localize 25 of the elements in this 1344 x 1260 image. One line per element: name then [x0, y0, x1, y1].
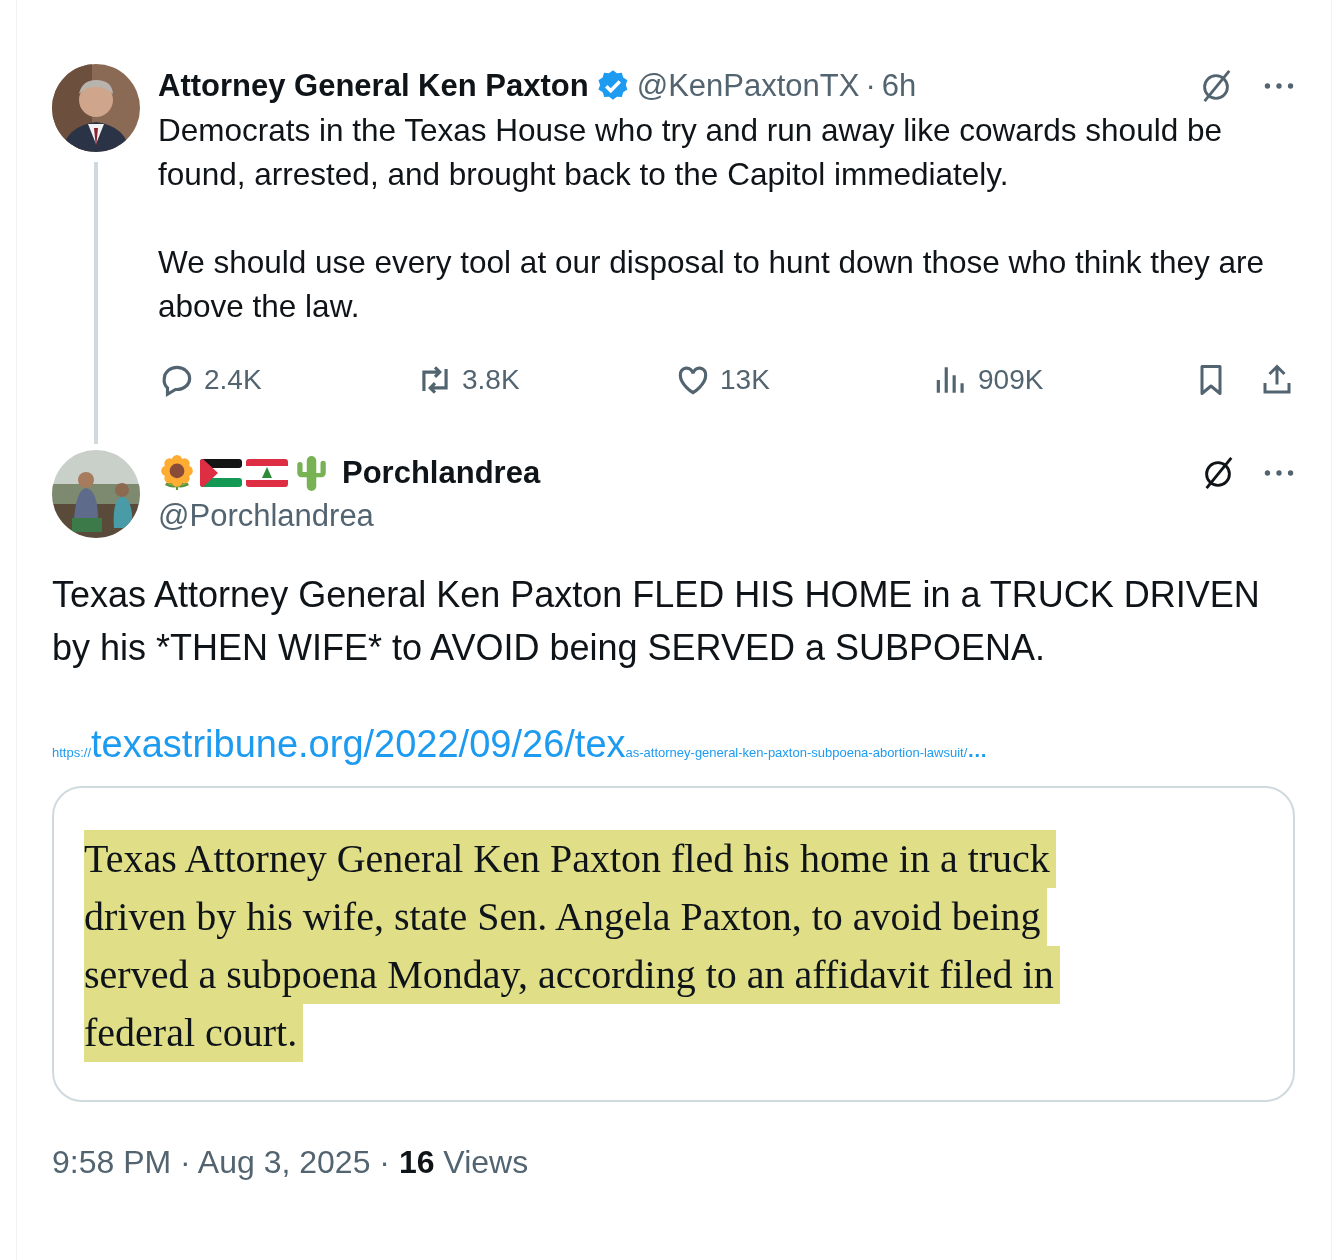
separator-dot: · [865, 68, 876, 104]
author-name[interactable]: Porchlandrea [342, 455, 541, 491]
post-text: We should use every tool at our disposal to hunt down those who think they are above the law. [158, 243, 1266, 326]
post-time[interactable]: 6h [881, 68, 917, 104]
highlighted-text: Texas Attorney General Ken Paxton fled his home in a truck [84, 830, 1056, 888]
post-text: Democrats in the Texas House who try and run away like cowards should be found, arrested, and brought back to the Capitol immediately. [158, 111, 1223, 194]
highlighted-text: driven by his wife, state Sen. Angela Paxton, to avoid being [84, 888, 1047, 946]
more-icon[interactable] [1263, 80, 1295, 92]
repost-button[interactable]: 3.8K [416, 361, 674, 399]
more-icon[interactable] [1263, 467, 1295, 479]
highlighted-text: federal court. [84, 1004, 304, 1062]
flag-icon [246, 459, 288, 487]
post-meta: 9:58 PM · Aug 3, 2025 · 16 Views [52, 1144, 530, 1181]
reply-button[interactable]: 2.4K [158, 361, 416, 399]
author-handle[interactable]: @Porchlandrea [158, 496, 374, 536]
post-text: Texas Attorney General Ken Paxton FLED HIS HOME in a TRUCK DRIVEN by his *THEN WIFE* to AVOID being SERVED a SUBPOENA. [52, 573, 1261, 670]
flag-icon [200, 459, 242, 487]
author-handle[interactable]: @KenPaxtonTX [636, 68, 860, 104]
article-link[interactable]: https://texastribune.org/2022/09/26/texas-attorney-general-ken-paxton-subpoena-abortion-lawsuit/… [52, 723, 988, 766]
like-button[interactable]: 13K [674, 361, 932, 399]
author-name[interactable]: Attorney General Ken Paxton [158, 68, 589, 104]
sunflower-icon [158, 453, 196, 493]
highlighted-text: served a subpoena Monday, according to an affidavit filed in [84, 946, 1060, 1004]
views-button[interactable]: 909K [932, 361, 1190, 399]
quoted-image[interactable]: Texas Attorney General Ken Paxton fled his home in a truck driven by his wife, state Sen. Angela Paxton, to avoid being served a subpoena Monday, according to an affidavit filed in federal court. [52, 786, 1295, 1102]
